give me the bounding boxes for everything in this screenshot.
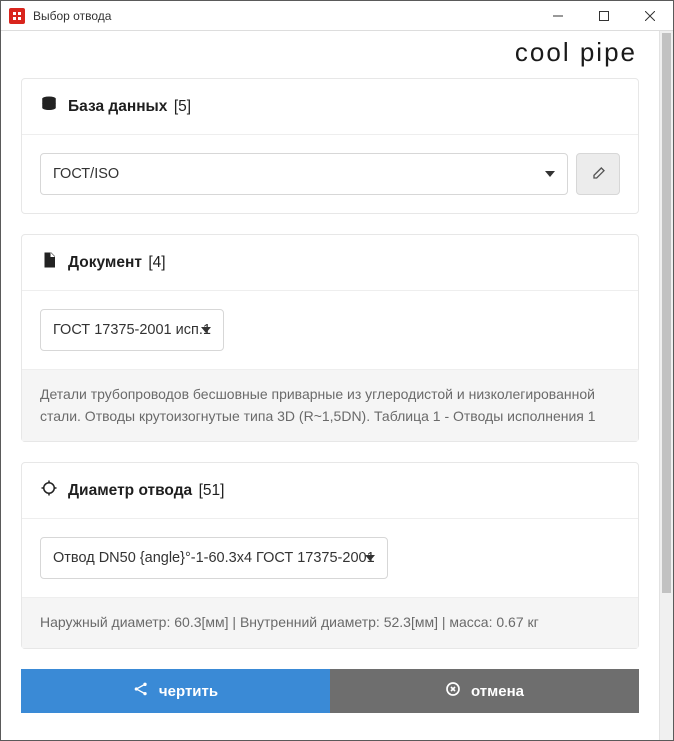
database-select[interactable]: ГОСТ/ISO (40, 153, 568, 195)
document-description: Детали трубопроводов бесшовные приварные… (22, 369, 638, 441)
action-bar: чертить отмена (21, 669, 639, 713)
diameter-card: Диаметр отвода [51] Отвод DN50 {angle}°-… (21, 462, 639, 649)
database-count: [5] (174, 98, 191, 115)
cancel-button-label: отмена (471, 683, 524, 700)
draw-button[interactable]: чертить (21, 669, 330, 713)
content-area: cooL pipe База данных [5] (1, 31, 659, 740)
card-header-database: База данных [5] (22, 79, 638, 135)
crosshair-icon (40, 479, 58, 502)
app-icon (9, 8, 25, 24)
document-card: Документ [4] ГОСТ 17375-2001 исп.1 Детал… (21, 234, 639, 442)
database-title: База данных (68, 98, 167, 115)
card-header-diameter: Диаметр отвода [51] (22, 463, 638, 519)
cancel-icon (445, 681, 461, 701)
minimize-button[interactable] (535, 1, 581, 30)
close-button[interactable] (627, 1, 673, 30)
document-select[interactable]: ГОСТ 17375-2001 исп.1 (40, 309, 224, 351)
diameter-select[interactable]: Отвод DN50 {angle}°-1-60.3x4 ГОСТ 17375-… (40, 537, 388, 579)
window-title: Выбор отвода (33, 9, 535, 23)
maximize-button[interactable] (581, 1, 627, 30)
edit-database-button[interactable] (576, 153, 620, 195)
document-title: Документ (68, 254, 142, 271)
scrollbar[interactable] (659, 31, 673, 740)
draw-button-label: чертить (159, 683, 218, 700)
dialog-window: Выбор отвода cooL pipe (0, 0, 674, 741)
database-card: База данных [5] ГОСТ/ISO (21, 78, 639, 214)
database-icon (40, 95, 58, 118)
diameter-title: Диаметр отвода (68, 482, 192, 499)
share-icon (133, 681, 149, 701)
diameter-count: [51] (199, 482, 225, 499)
document-count: [4] (148, 254, 165, 271)
document-icon (40, 251, 58, 274)
scrollbar-thumb[interactable] (662, 33, 671, 593)
cancel-button[interactable]: отмена (330, 669, 639, 713)
titlebar: Выбор отвода (1, 1, 673, 31)
brand-logo: cooL pipe (515, 37, 637, 68)
diameter-description: Наружный диаметр: 60.3[мм] | Внутренний … (22, 597, 638, 648)
window-controls (535, 1, 673, 30)
card-header-document: Документ [4] (22, 235, 638, 291)
